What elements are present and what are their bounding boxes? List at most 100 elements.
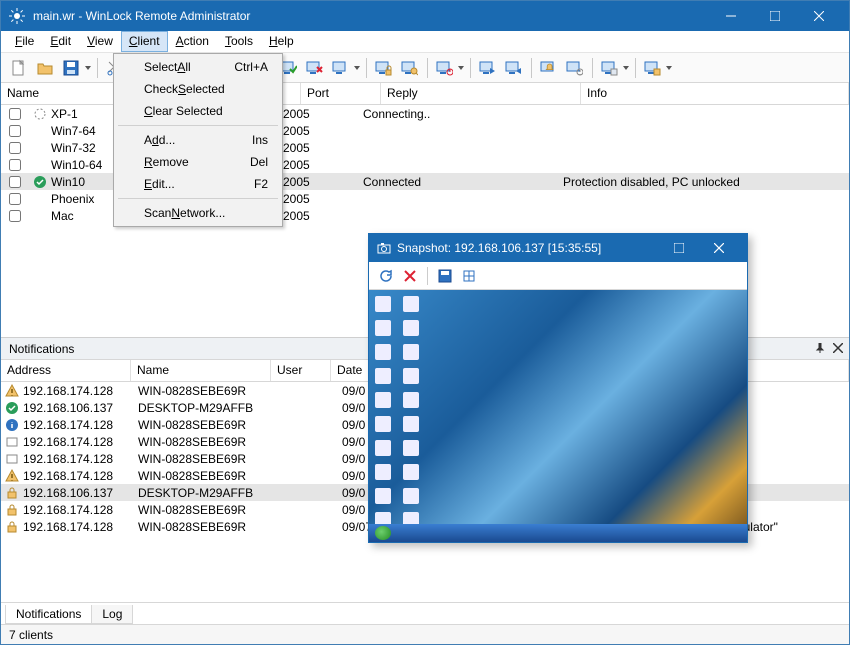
client-checkbox[interactable] — [9, 176, 21, 188]
disconnect-button[interactable] — [302, 56, 326, 80]
maximize-button[interactable] — [753, 1, 797, 31]
shutdown-dropdown[interactable] — [456, 56, 466, 80]
menu-edit-item[interactable]: Edit...F2 — [116, 173, 280, 195]
open-button[interactable] — [33, 56, 57, 80]
new-button[interactable] — [7, 56, 31, 80]
status-icon — [29, 175, 51, 189]
shutdown-button[interactable] — [432, 56, 456, 80]
snapshot-maximize[interactable] — [659, 234, 699, 262]
alert-button[interactable] — [562, 56, 586, 80]
client-name: Win10-64 — [51, 158, 102, 172]
snapshot-dropdown[interactable] — [352, 56, 362, 80]
ncol-address[interactable]: Address — [1, 360, 131, 381]
save-button[interactable] — [59, 56, 83, 80]
menu-view[interactable]: View — [79, 31, 121, 52]
tab-log[interactable]: Log — [91, 605, 133, 624]
client-checkbox[interactable] — [9, 142, 21, 154]
menu-tools[interactable]: Tools — [217, 31, 261, 52]
snapshot-close[interactable] — [699, 234, 739, 262]
settings-button[interactable] — [597, 56, 621, 80]
notif-name: WIN-0828SEBE69R — [138, 520, 278, 534]
notif-name: WIN-0828SEBE69R — [138, 435, 278, 449]
client-dropdown: Select AllCtrl+A Check Selected Clear Se… — [113, 53, 283, 227]
menu-help[interactable]: Help — [261, 31, 302, 52]
client-port: 2005 — [279, 192, 359, 206]
pin-icon[interactable] — [815, 342, 825, 356]
client-port: 2005 — [279, 124, 359, 138]
notif-address: 192.168.106.137 — [23, 486, 138, 500]
save-snapshot-icon[interactable] — [434, 265, 456, 287]
client-name: Win7-32 — [51, 141, 96, 155]
snapshot-toolbar — [369, 262, 747, 290]
notif-icon — [1, 401, 23, 415]
col-port[interactable]: Port — [301, 83, 381, 104]
client-name: Mac — [51, 209, 74, 223]
close-button[interactable] — [797, 1, 841, 31]
start-button-icon — [375, 526, 391, 540]
client-checkbox[interactable] — [9, 193, 21, 205]
remote-taskbar — [369, 524, 747, 542]
tab-notifications[interactable]: Notifications — [5, 605, 92, 624]
client-port: 2005 — [279, 107, 359, 121]
menu-select-all[interactable]: Select AllCtrl+A — [116, 56, 280, 78]
menu-action[interactable]: Action — [168, 31, 217, 52]
snapshot-window[interactable]: Snapshot: 192.168.106.137 [15:35:55] — [368, 233, 748, 543]
client-checkbox[interactable] — [9, 125, 21, 137]
ncol-name[interactable]: Name — [131, 360, 271, 381]
client-name: XP-1 — [51, 107, 78, 121]
notif-address: 192.168.174.128 — [23, 469, 138, 483]
notification-tabs: Notifications Log — [1, 602, 849, 624]
client-name: Phoenix — [51, 192, 94, 206]
bell-button[interactable] — [536, 56, 560, 80]
profiles-button[interactable] — [640, 56, 664, 80]
menu-file[interactable]: File — [7, 31, 42, 52]
notif-address: 192.168.174.128 — [23, 520, 138, 534]
save-dropdown[interactable] — [83, 56, 93, 80]
window-title: main.wr - WinLock Remote Administrator — [33, 9, 709, 23]
notif-address: 192.168.174.128 — [23, 435, 138, 449]
client-info: Protection disabled, PC unlocked — [559, 175, 849, 189]
col-info[interactable]: Info — [581, 83, 849, 104]
snapshot-button[interactable] — [328, 56, 352, 80]
notif-name: WIN-0828SEBE69R — [138, 418, 278, 432]
refresh-icon[interactable] — [375, 265, 397, 287]
snapshot-desktop — [369, 290, 747, 542]
client-checkbox[interactable] — [9, 159, 21, 171]
settings-dropdown[interactable] — [621, 56, 631, 80]
client-checkbox[interactable] — [9, 210, 21, 222]
notifications-title: Notifications — [9, 342, 74, 356]
unlock-button[interactable] — [397, 56, 421, 80]
send-button[interactable] — [475, 56, 499, 80]
minimize-button[interactable] — [709, 1, 753, 31]
notif-name: WIN-0828SEBE69R — [138, 503, 278, 517]
menu-scan-network[interactable]: Scan Network... — [116, 202, 280, 224]
stop-icon[interactable] — [399, 265, 421, 287]
menu-clear-selected[interactable]: Clear Selected — [116, 100, 280, 122]
ncol-user[interactable]: User — [271, 360, 331, 381]
profiles-dropdown[interactable] — [664, 56, 674, 80]
client-port: 2005 — [279, 209, 359, 223]
lock-button[interactable] — [371, 56, 395, 80]
snapshot-titlebar[interactable]: Snapshot: 192.168.106.137 [15:35:55] — [369, 234, 747, 262]
notif-icon — [1, 452, 23, 466]
camera-icon — [377, 241, 391, 255]
menu-remove[interactable]: RemoveDel — [116, 151, 280, 173]
menu-client[interactable]: Client — [121, 31, 168, 52]
notif-icon — [1, 384, 23, 398]
notif-icon — [1, 469, 23, 483]
client-checkbox[interactable] — [9, 108, 21, 120]
status-icon — [29, 107, 51, 121]
notif-icon — [1, 503, 23, 517]
notif-icon — [1, 486, 23, 500]
notif-name: DESKTOP-M29AFFB — [138, 401, 278, 415]
menu-check-selected[interactable]: Check Selected — [116, 78, 280, 100]
menubar: File Edit View Client Action Tools Help … — [1, 31, 849, 53]
menu-edit[interactable]: Edit — [42, 31, 79, 52]
fit-icon[interactable] — [458, 265, 480, 287]
titlebar: main.wr - WinLock Remote Administrator — [1, 1, 849, 31]
close-pane-icon[interactable] — [833, 342, 843, 356]
menu-add[interactable]: Add...Ins — [116, 129, 280, 151]
notif-address: 192.168.174.128 — [23, 418, 138, 432]
col-reply[interactable]: Reply — [381, 83, 581, 104]
receive-button[interactable] — [501, 56, 525, 80]
